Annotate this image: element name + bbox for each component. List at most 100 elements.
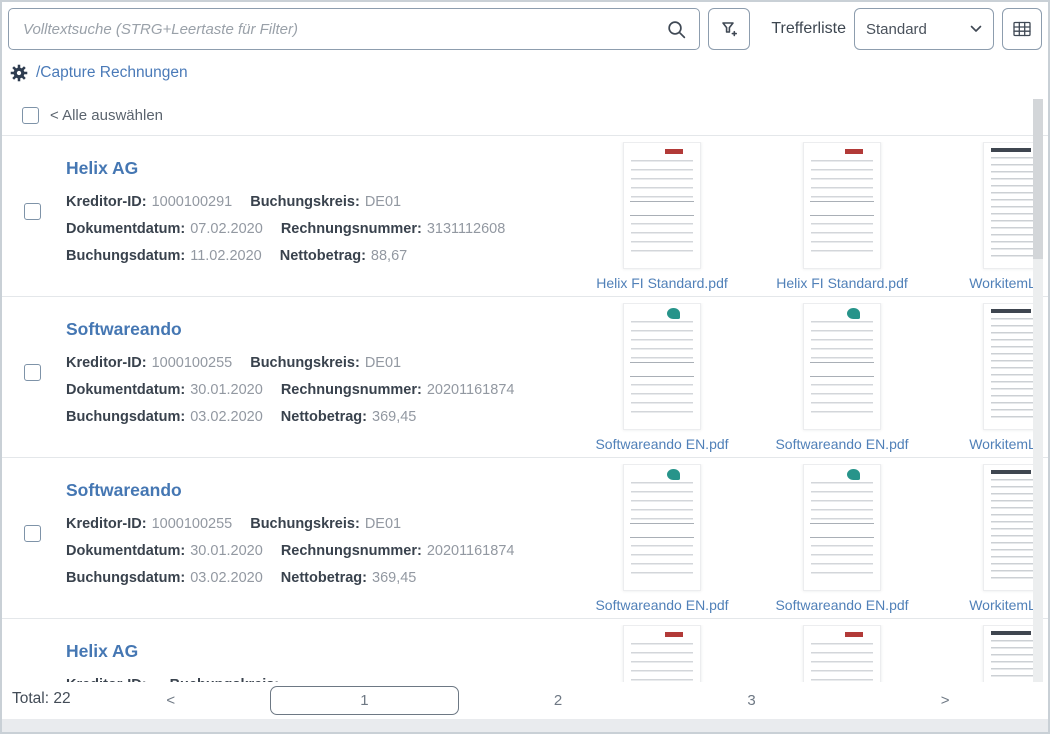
- field-value: 30.01.2020: [190, 543, 263, 559]
- field-label: Kreditor-ID:: [66, 516, 147, 532]
- page-next[interactable]: >: [848, 682, 1042, 719]
- field-label: Nettobetrag:: [281, 570, 367, 586]
- results-list-label: Trefferliste: [771, 20, 846, 38]
- document-thumbnail[interactable]: [623, 142, 701, 269]
- breadcrumb-link[interactable]: /Capture Rechnungen: [36, 64, 188, 82]
- view-select-value: Standard: [866, 21, 927, 38]
- attachment-link[interactable]: WorkitemLog_15: [969, 275, 1033, 291]
- field-value: 07.02.2020: [190, 221, 263, 237]
- search-icon[interactable]: [666, 19, 687, 40]
- attachment-link[interactable]: Helix FI Standard.pdf: [776, 275, 908, 291]
- row-info: Helix AG Kreditor-ID:1000100291Buchungsk…: [66, 158, 505, 270]
- field-label: Buchungskreis:: [250, 516, 360, 532]
- field-value: DE01: [365, 516, 401, 532]
- document-thumbnail[interactable]: [983, 142, 1033, 269]
- attachment: [572, 625, 752, 682]
- attachment: Softwareando EN.pdf: [752, 303, 932, 455]
- attachments: Helix FI Standard.pdf Helix FI Standard.…: [572, 142, 1033, 294]
- field-value: 1000100255: [152, 355, 233, 371]
- field-label: Rechnungsnummer:: [281, 382, 422, 398]
- document-thumbnail[interactable]: [983, 625, 1033, 682]
- document-thumbnail[interactable]: [983, 464, 1033, 591]
- document-thumbnail[interactable]: [623, 625, 701, 682]
- attachment-link[interactable]: Softwareando EN.pdf: [775, 436, 908, 452]
- document-thumbnail[interactable]: [803, 303, 881, 430]
- search-input[interactable]: [21, 20, 666, 39]
- doc-table-rule: [810, 201, 874, 216]
- vendor-title[interactable]: Helix AG: [66, 158, 505, 179]
- field-label: Nettobetrag:: [280, 248, 366, 264]
- vendor-title[interactable]: Helix AG: [66, 641, 284, 662]
- attachment-link[interactable]: Helix FI Standard.pdf: [596, 275, 728, 291]
- attachment-link[interactable]: WorkitemLog_15: [969, 597, 1033, 613]
- page-3[interactable]: 3: [655, 682, 849, 719]
- document-thumbnail[interactable]: [983, 303, 1033, 430]
- field-label: Buchungskreis:: [250, 194, 360, 210]
- current-page-number: 1: [360, 692, 368, 709]
- search-field-wrap: [8, 8, 700, 50]
- doc-table-rule: [630, 523, 694, 538]
- vertical-scrollbar-track[interactable]: [1033, 99, 1043, 682]
- attachment-link[interactable]: Softwareando EN.pdf: [595, 436, 728, 452]
- attachments: Softwareando EN.pdf Softwareando EN.pdf …: [572, 464, 1033, 616]
- add-filter-button[interactable]: [708, 8, 750, 50]
- doc-table-rule: [810, 362, 874, 377]
- document-thumbnail[interactable]: [803, 142, 881, 269]
- select-all-row: < Alle auswählen: [22, 107, 163, 124]
- field-label: Dokumentdatum:: [66, 543, 185, 559]
- field-value: 1000100255: [152, 516, 233, 532]
- footer: Total: 22 < 1 2 3 >: [2, 682, 1048, 719]
- attachment: WorkitemLog_15: [932, 303, 1033, 455]
- document-thumbnail[interactable]: [803, 625, 881, 682]
- attachments: [572, 625, 1033, 682]
- field-label: Kreditor-ID:: [66, 355, 147, 371]
- doc-table-rule: [630, 362, 694, 377]
- field-label: Dokumentdatum:: [66, 221, 185, 237]
- doc-text-lines: [991, 479, 1033, 581]
- row-info: Softwareando Kreditor-ID: 1000100255 Buchu…: [66, 480, 514, 592]
- invoice-row: Softwareando Kreditor-ID: 1000100255 Buchu…: [2, 458, 1048, 619]
- horizontal-scrollbar-track[interactable]: [2, 719, 1048, 732]
- invoice-row: Helix AG Kreditor-ID:Buchungskreis:: [2, 619, 1048, 682]
- row-checkbox[interactable]: [24, 203, 41, 220]
- breadcrumb: /Capture Rechnungen: [10, 64, 188, 82]
- vendor-title[interactable]: Softwareando: [66, 319, 514, 340]
- select-all-label: < Alle auswählen: [50, 107, 163, 124]
- toolbar-spacer: [758, 8, 763, 50]
- row-info: Softwareando Kreditor-ID:1000100255Buchu…: [66, 319, 514, 431]
- attachment-link[interactable]: Softwareando EN.pdf: [595, 597, 728, 613]
- row-checkbox[interactable]: [24, 364, 41, 381]
- invoice-row: Helix AG Kreditor-ID:1000100291Buchungsk…: [2, 136, 1048, 297]
- toolbar: Trefferliste Standard: [8, 8, 1042, 50]
- attachments: Softwareando EN.pdf Softwareando EN.pdf …: [572, 303, 1033, 455]
- attachment: Helix FI Standard.pdf: [752, 142, 932, 294]
- doc-table-rule: [630, 201, 694, 216]
- field-value: 03.02.2020: [190, 570, 263, 586]
- field-value: DE01: [365, 194, 401, 210]
- vendor-title[interactable]: Softwareando: [66, 480, 514, 501]
- vertical-scrollbar-thumb[interactable]: [1033, 99, 1043, 259]
- document-thumbnail[interactable]: [623, 303, 701, 430]
- page-prev[interactable]: <: [74, 682, 268, 719]
- page-2[interactable]: 2: [461, 682, 655, 719]
- doc-text-lines: [991, 157, 1033, 259]
- attachment: [932, 625, 1033, 682]
- attachment-link[interactable]: Softwareando EN.pdf: [775, 597, 908, 613]
- current-page-box: 1: [270, 686, 460, 715]
- select-all-checkbox[interactable]: [22, 107, 39, 124]
- attachment: Softwareando EN.pdf: [752, 464, 932, 616]
- field-value: 369,45: [372, 570, 416, 586]
- field-value: DE01: [365, 355, 401, 371]
- table-view-button[interactable]: [1002, 8, 1042, 50]
- row-fields: Kreditor-ID:Buchungskreis:: [66, 672, 284, 682]
- doc-table-rule: [810, 523, 874, 538]
- view-select[interactable]: Standard: [854, 8, 994, 50]
- page-1-current[interactable]: 1: [268, 682, 462, 719]
- field-value: 20201161874: [427, 543, 515, 559]
- attachment-link[interactable]: WorkitemLog_15: [969, 436, 1033, 452]
- total-count: Total: 22: [12, 690, 71, 708]
- document-thumbnail[interactable]: [803, 464, 881, 591]
- row-checkbox[interactable]: [24, 525, 41, 542]
- document-thumbnail[interactable]: [623, 464, 701, 591]
- pagination: < 1 2 3 >: [74, 682, 1042, 719]
